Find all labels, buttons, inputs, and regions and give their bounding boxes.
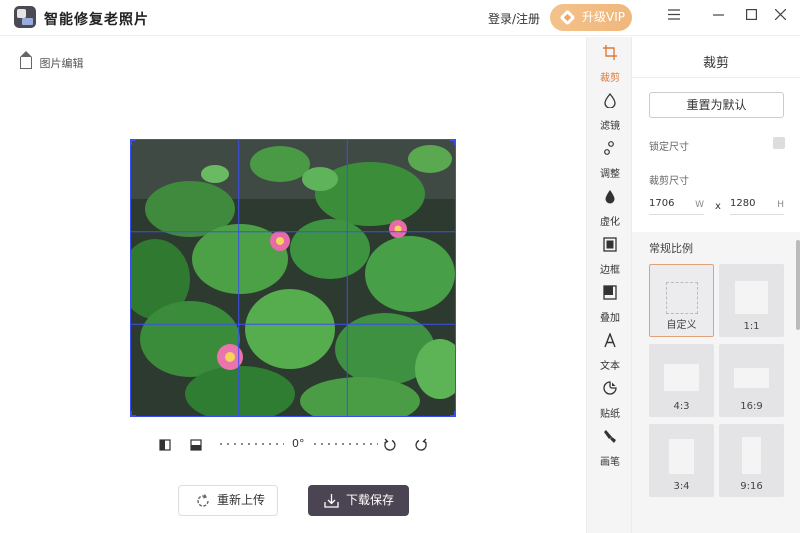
ratio-section: 常规比例 自定义 1:1 4:3 16:9 3:4 9:16 — [632, 232, 800, 533]
lock-size-label: 锁定尺寸 — [649, 142, 689, 153]
crop-height-field[interactable]: 1280 H — [730, 195, 784, 215]
diamond-icon — [559, 9, 576, 26]
size-separator: x — [715, 201, 721, 212]
panel-scrollbar[interactable] — [796, 240, 800, 330]
ratio-9-16[interactable]: 9:16 — [719, 424, 784, 497]
tool-adjust-label: 调整 — [600, 169, 620, 180]
reupload-button[interactable]: 重新上传 — [178, 485, 278, 516]
ratio-label: 16:9 — [740, 401, 763, 412]
rotation-slider-right[interactable] — [314, 443, 378, 445]
ratio-3-4[interactable]: 3:4 — [649, 424, 714, 497]
text-icon — [604, 333, 616, 348]
tool-overlay-label: 叠加 — [600, 313, 620, 324]
photo-canvas[interactable] — [130, 139, 456, 417]
ratio-preview — [664, 364, 699, 391]
maximize-icon[interactable] — [742, 8, 760, 26]
ratio-label: 1:1 — [743, 321, 760, 332]
crop-width-field[interactable]: 1706 W — [649, 195, 704, 215]
crop-height-value: 1280 — [730, 198, 756, 209]
tool-frame-label: 边框 — [600, 265, 620, 276]
tool-crop[interactable]: 裁剪 — [587, 43, 633, 87]
ratio-title: 常规比例 — [649, 242, 693, 255]
tool-filter-label: 滤镜 — [600, 121, 620, 132]
ratio-preview — [669, 439, 694, 474]
upgrade-vip-button[interactable]: 升级VIP — [550, 4, 632, 31]
tool-blur-label: 虚化 — [600, 217, 620, 228]
frame-icon — [603, 237, 617, 252]
sticker-icon — [603, 381, 617, 395]
minimize-icon[interactable] — [709, 8, 727, 26]
tool-sticker-label: 贴纸 — [600, 409, 620, 420]
divider — [632, 77, 800, 78]
tool-frame[interactable]: 边框 — [587, 235, 633, 279]
ratio-preview — [734, 368, 769, 388]
download-icon — [324, 494, 339, 508]
tool-crop-label: 裁剪 — [600, 73, 620, 84]
rotate-right-icon[interactable] — [414, 437, 428, 453]
tool-text[interactable]: 文本 — [587, 331, 633, 375]
crop-icon — [603, 45, 617, 60]
panel-title: 裁剪 — [702, 56, 729, 71]
tool-overlay[interactable]: 叠加 — [587, 283, 633, 327]
ratio-preview — [735, 281, 768, 314]
tool-adjust[interactable]: 调整 — [587, 139, 633, 183]
tool-filter[interactable]: 滤镜 — [587, 91, 633, 135]
upgrade-vip-label: 升级VIP — [582, 10, 625, 24]
filter-icon — [604, 93, 616, 108]
app-logo-icon — [14, 6, 36, 28]
lock-size-checkbox[interactable] — [773, 137, 785, 149]
close-icon[interactable] — [771, 8, 789, 26]
ratio-label: 4:3 — [673, 401, 690, 412]
breadcrumb[interactable]: 图片编辑 — [20, 51, 84, 71]
crop-size-label: 裁剪尺寸 — [649, 176, 689, 187]
width-unit: W — [695, 200, 704, 210]
ratio-label: 9:16 — [740, 481, 763, 492]
lotus-photo — [130, 139, 456, 417]
rotation-angle-value: 0° — [292, 437, 305, 450]
ratio-preview — [666, 282, 698, 314]
login-register-link[interactable]: 登录/注册 — [488, 10, 540, 27]
tool-brush[interactable]: 画笔 — [587, 427, 633, 471]
ratio-preview — [742, 437, 761, 474]
crop-width-value: 1706 — [649, 198, 675, 209]
download-save-label: 下载保存 — [346, 493, 395, 507]
download-save-button[interactable]: 下载保存 — [308, 485, 409, 516]
menu-icon[interactable] — [665, 8, 683, 26]
title-bar: 智能修复老照片 登录/注册 升级VIP — [0, 0, 800, 36]
breadcrumb-label: 图片编辑 — [39, 57, 84, 70]
brush-icon — [604, 430, 616, 443]
rotate-left-icon[interactable] — [383, 437, 397, 453]
crop-panel: 裁剪 重置为默认 锁定尺寸 裁剪尺寸 1706 W x 1280 H 常规比例 … — [632, 37, 800, 533]
refresh-icon — [197, 494, 209, 507]
flip-vertical-icon[interactable] — [190, 437, 202, 453]
adjust-icon — [604, 141, 614, 155]
app-title: 智能修复老照片 — [44, 12, 149, 28]
tool-text-label: 文本 — [600, 361, 620, 372]
ratio-label: 自定义 — [666, 320, 697, 331]
tool-blur[interactable]: 虚化 — [587, 187, 633, 231]
flip-horizontal-icon[interactable] — [159, 437, 171, 453]
ratio-1-1[interactable]: 1:1 — [719, 264, 784, 337]
tool-rail: 裁剪 滤镜 调整 虚化 边框 叠加 文本 贴纸 画笔 — [586, 37, 632, 533]
ratio-16-9[interactable]: 16:9 — [719, 344, 784, 417]
app-window: 智能修复老照片 登录/注册 升级VIP 图片编辑 0° 重新上传 下载保存 裁剪… — [0, 0, 800, 533]
tool-brush-label: 画笔 — [600, 457, 620, 468]
height-unit: H — [777, 200, 784, 210]
ratio-4-3[interactable]: 4:3 — [649, 344, 714, 417]
rotation-slider-left[interactable] — [220, 443, 284, 445]
blur-icon — [605, 190, 615, 204]
reupload-label: 重新上传 — [217, 493, 266, 507]
ratio-custom[interactable]: 自定义 — [649, 264, 714, 337]
home-icon — [20, 51, 32, 69]
overlay-icon — [603, 285, 617, 300]
ratio-label: 3:4 — [673, 481, 690, 492]
reset-default-button[interactable]: 重置为默认 — [649, 92, 784, 118]
tool-sticker[interactable]: 贴纸 — [587, 379, 633, 423]
